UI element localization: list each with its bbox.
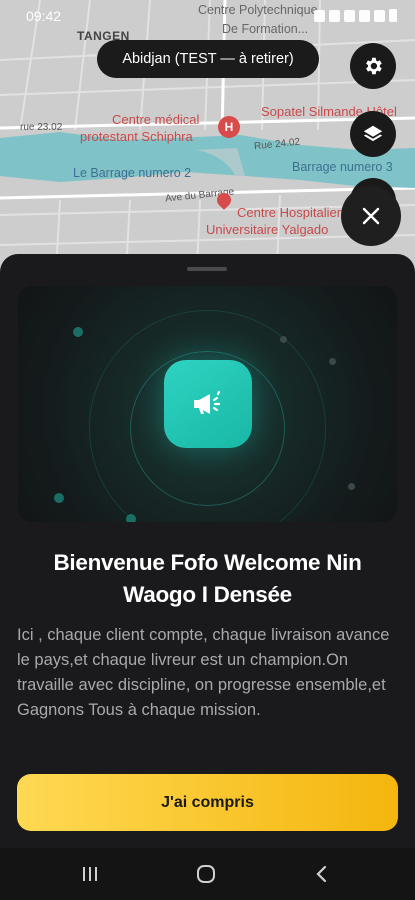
hero-dot [329, 358, 336, 365]
recent-apps-icon [83, 867, 97, 881]
home-icon [197, 865, 215, 883]
layers-button[interactable] [350, 111, 396, 157]
system-nav-bar [0, 848, 415, 900]
recent-apps-button[interactable] [78, 862, 102, 886]
map-poi-label: Universitaire Yalgado [206, 222, 329, 237]
map-street-label: rue 23.02 [20, 122, 63, 133]
signal-icon [374, 9, 385, 22]
hero-dot [126, 514, 136, 522]
close-icon [362, 207, 380, 225]
hero-dot [348, 483, 355, 490]
map-poi-label: protestant Schiphra [80, 129, 193, 144]
welcome-title: Bienvenue Fofo Welcome Nin Waogo I Densé… [53, 550, 362, 607]
settings-button[interactable] [350, 43, 396, 89]
wifi-icon [359, 9, 370, 22]
city-selector-pill[interactable]: Abidjan (TEST — à retirer) [97, 40, 319, 78]
map-water-label: Le Barrage numero 2 [73, 166, 192, 180]
map-poi-label: Centre médical [112, 112, 200, 127]
sheet-drag-handle[interactable] [187, 267, 227, 271]
megaphone-icon [194, 390, 221, 414]
back-icon [316, 865, 327, 883]
megaphone-badge [164, 360, 252, 448]
mute-icon [344, 9, 355, 22]
hero-dot [54, 493, 64, 503]
layers-icon [363, 125, 383, 142]
close-button[interactable] [341, 186, 401, 246]
status-time: 09:42 [26, 8, 62, 24]
welcome-bottom-sheet: Bienvenue Fofo Welcome Nin Waogo I Densé… [0, 254, 415, 848]
acknowledge-button[interactable]: J'ai compris [17, 774, 398, 831]
hero-dot [73, 327, 83, 337]
battery-icon [389, 9, 397, 22]
hospital-pin-icon[interactable]: H [218, 116, 240, 138]
map-poi-label: Centre Hospitalier [237, 205, 342, 220]
back-button[interactable] [310, 862, 334, 886]
hero-dot [280, 336, 287, 343]
home-button[interactable] [194, 862, 218, 886]
status-icons [314, 9, 397, 22]
welcome-message: Ici , chaque client compte, chaque livra… [17, 626, 390, 719]
alarm-icon [329, 9, 340, 22]
hero-illustration [18, 286, 397, 522]
map-water-label: Barrage numero 3 [292, 160, 393, 174]
lock-icon [314, 9, 325, 22]
status-bar: 09:42 [0, 0, 415, 32]
gear-icon [366, 57, 382, 75]
